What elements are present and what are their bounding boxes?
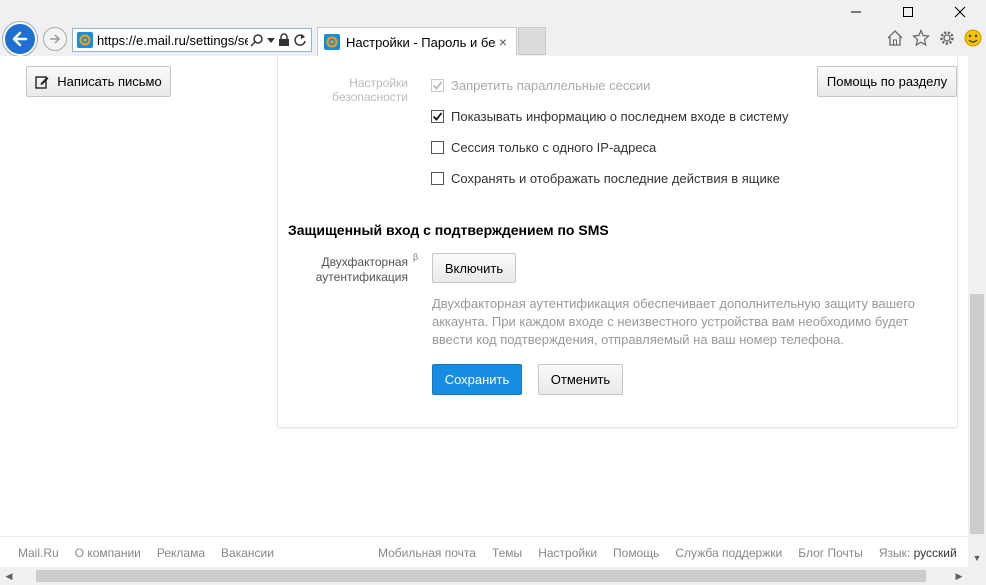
pencil-edit-icon	[35, 75, 49, 89]
refresh-icon[interactable]	[293, 33, 307, 47]
scroll-down-arrow-icon[interactable]: ▼	[968, 549, 986, 567]
address-bar[interactable]: https://e.mail.ru/settings/se	[72, 28, 312, 52]
footer-link-settings[interactable]: Настройки	[538, 546, 597, 560]
checkbox-forbid-parallel-sessions[interactable]	[431, 79, 444, 92]
browser-chrome: https://e.mail.ru/settings/se Настройки …	[0, 0, 986, 56]
forward-button[interactable]	[43, 27, 67, 51]
compose-button-label: Написать письмо	[57, 74, 162, 89]
footer-right-links: Мобильная почта Темы Настройки Помощь Сл…	[378, 546, 957, 560]
footer-link-about[interactable]: О компании	[75, 546, 141, 560]
footer-link-support[interactable]: Служба поддержки	[675, 546, 782, 560]
two-factor-label: Двухфакторная аутентификация	[315, 255, 408, 284]
footer-link-blog[interactable]: Блог Почты	[798, 546, 863, 560]
scroll-left-arrow-icon[interactable]: ◀	[0, 567, 18, 585]
favorites-star-icon[interactable]	[912, 29, 930, 47]
horizontal-scrollbar[interactable]: ◀ ▶	[0, 567, 968, 585]
new-tab-button[interactable]	[518, 27, 546, 55]
save-button[interactable]: Сохранить	[432, 364, 522, 395]
footer-link-mobile[interactable]: Мобильная почта	[378, 546, 476, 560]
search-icon[interactable]	[250, 33, 264, 47]
lock-icon[interactable]	[278, 33, 290, 47]
gear-icon[interactable]	[938, 29, 956, 47]
close-window-icon[interactable]	[934, 0, 986, 24]
footer-lang-label: Язык:	[878, 546, 911, 560]
tab-title: Настройки - Пароль и без...	[346, 34, 496, 50]
footer-link-ads[interactable]: Реклама	[157, 546, 205, 560]
url-text: https://e.mail.ru/settings/se	[97, 32, 248, 48]
tab-settings[interactable]: Настройки - Пароль и без... ×	[317, 27, 517, 56]
option-forbid-parallel-sessions[interactable]: Запретить параллельные сессии	[431, 78, 650, 93]
footer-lang-select[interactable]: русский	[914, 546, 957, 560]
page-footer: Mail.Ru О компании Реклама Вакансии Моби…	[0, 536, 968, 567]
home-icon[interactable]	[886, 29, 904, 47]
maximize-icon[interactable]	[882, 0, 934, 24]
footer-link-mailru[interactable]: Mail.Ru	[18, 546, 59, 560]
dropdown-icon[interactable]	[267, 33, 275, 47]
arrow-right-icon	[50, 34, 61, 44]
security-settings-label: Настройки безопасности	[332, 76, 408, 104]
checkmark-icon	[432, 81, 443, 90]
footer-link-jobs[interactable]: Вакансии	[221, 546, 274, 560]
enable-two-factor-button[interactable]: Включить	[432, 253, 516, 283]
option-label: Запретить параллельные сессии	[451, 78, 651, 93]
scroll-right-arrow-icon[interactable]: ▶	[950, 567, 968, 585]
page-content: Написать письмо Помощь по разделу Настро…	[0, 56, 968, 567]
checkbox-single-ip-session[interactable]	[431, 141, 444, 154]
option-show-last-login[interactable]: Показывать информацию о последнем входе …	[431, 109, 789, 124]
arrow-left-icon	[12, 31, 28, 47]
option-label: Показывать информацию о последнем входе …	[451, 109, 789, 124]
footer-left-links: Mail.Ru О компании Реклама Вакансии	[18, 546, 274, 560]
checkbox-show-last-login[interactable]	[431, 110, 444, 123]
option-single-ip-session[interactable]: Сессия только с одного IP-адреса	[431, 140, 656, 155]
tab-close-icon[interactable]: ×	[496, 34, 510, 50]
vertical-scroll-thumb[interactable]	[970, 294, 984, 534]
browser-tools	[886, 29, 982, 47]
option-label: Сохранять и отображать последние действи…	[451, 171, 780, 186]
compose-button[interactable]: Написать письмо	[26, 66, 171, 97]
scrollbar-corner	[968, 567, 986, 585]
cancel-button-label: Отменить	[550, 372, 611, 387]
beta-badge: β	[413, 252, 419, 262]
cancel-button[interactable]: Отменить	[538, 364, 623, 395]
checkbox-save-recent-actions[interactable]	[431, 172, 444, 185]
footer-link-themes[interactable]: Темы	[492, 546, 522, 560]
two-factor-description: Двухфакторная аутентификация обеспечивае…	[432, 296, 915, 347]
option-label: Сессия только с одного IP-адреса	[451, 140, 657, 155]
sms-section-title: Защищенный вход с подтверждением по SMS	[288, 222, 609, 238]
footer-link-help[interactable]: Помощь	[613, 546, 659, 560]
mailru-favicon-icon	[77, 32, 93, 48]
minimize-icon[interactable]	[830, 0, 882, 24]
enable-button-label: Включить	[444, 260, 504, 276]
save-button-label: Сохранить	[444, 372, 510, 387]
window-controls	[830, 0, 986, 24]
vertical-scrollbar[interactable]: ▼	[968, 56, 986, 567]
option-save-recent-actions[interactable]: Сохранять и отображать последние действи…	[431, 171, 780, 186]
back-button[interactable]	[3, 22, 37, 56]
smiley-feedback-icon[interactable]	[964, 29, 982, 47]
horizontal-scroll-thumb[interactable]	[36, 570, 926, 582]
checkmark-icon	[432, 112, 443, 121]
mailru-favicon-icon	[324, 34, 340, 50]
